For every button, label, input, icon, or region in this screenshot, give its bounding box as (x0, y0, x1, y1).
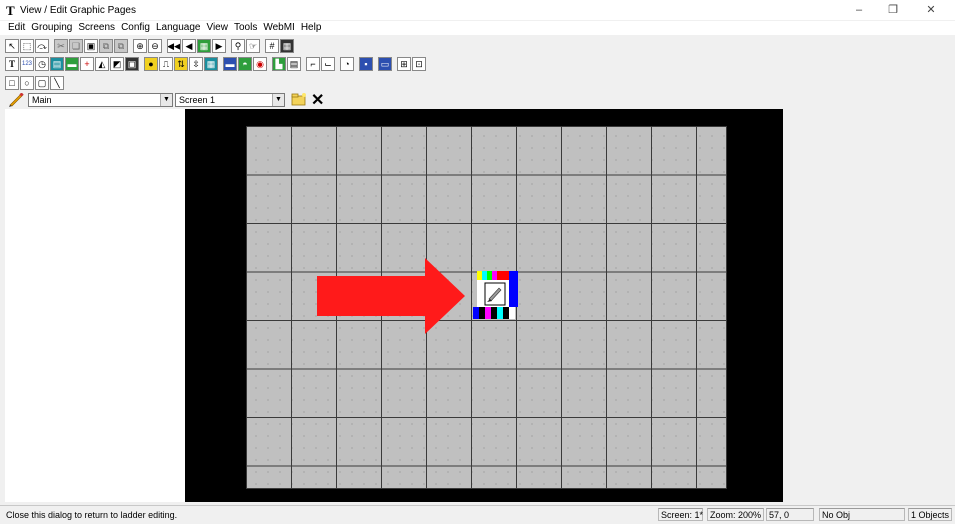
screen-select-value: Screen 1 (179, 95, 216, 105)
timer-tool-icon[interactable]: ⌙ (321, 57, 335, 71)
prev-screen-icon[interactable]: ◀ (182, 39, 196, 53)
zoom-in-icon[interactable]: ⊕ (133, 39, 147, 53)
folder-icon[interactable] (291, 92, 307, 107)
alarm-tool-icon[interactable]: + (80, 57, 94, 71)
chart-tool-icon[interactable]: ◩ (110, 57, 124, 71)
title-bar: T View / Edit Graphic Pages – ❐ ✕ (0, 0, 955, 20)
light-tool-icon[interactable]: ● (144, 57, 158, 71)
table-tool-icon[interactable]: ▭ (378, 57, 392, 71)
switch-tool-icon[interactable]: ⎍ (159, 57, 173, 71)
first-screen-icon[interactable]: ◀◀ (167, 39, 181, 53)
button-tool-icon[interactable]: ▣ (125, 57, 139, 71)
pencil-icon[interactable] (8, 93, 26, 107)
pointer-icon[interactable]: ↖ (5, 39, 19, 53)
status-bar: Close this dialog to return to ladder ed… (0, 505, 955, 524)
chevron-down-icon[interactable]: ▼ (272, 94, 284, 106)
duplicate-icon[interactable]: ⧉ (99, 39, 113, 53)
selector-row: Main ▼ Screen 1 ▼ ✕ (0, 92, 955, 109)
status-screen: Screen: 1* (658, 508, 703, 521)
menu-bar: Edit Grouping Screens Config Language View Too… (0, 21, 955, 35)
rounded-rect-tool-icon[interactable]: ▢ (35, 76, 49, 90)
text-tool-icon[interactable]: T (5, 57, 19, 71)
chevron-down-icon[interactable]: ▼ (160, 94, 172, 106)
circle-tool-icon[interactable]: ○ (20, 76, 34, 90)
paste-icon[interactable]: ▣ (84, 39, 98, 53)
connect-icon[interactable]: ⤼ (35, 39, 49, 53)
select-rect-icon[interactable]: ⬚ (20, 39, 34, 53)
display-tool-icon[interactable]: ▙ (272, 57, 286, 71)
snap-grid-icon[interactable]: ▦ (280, 39, 294, 53)
slider-tool-icon[interactable]: ⇅ (174, 57, 188, 71)
frame-tool-icon[interactable]: ⊞ (397, 57, 411, 71)
cut-icon[interactable]: ✂ (54, 39, 68, 53)
minimize-button[interactable]: – (848, 2, 870, 18)
status-coords: 57, 0 (766, 508, 814, 521)
canvas-margin (783, 109, 955, 502)
page-select[interactable]: Main ▼ (28, 93, 173, 107)
close-screen-icon[interactable]: ✕ (311, 90, 324, 110)
trash-tool-icon[interactable]: ⊡ (412, 57, 426, 71)
menu-tools[interactable]: Tools (231, 21, 260, 35)
gauge-tool-icon[interactable]: ◭ (95, 57, 109, 71)
message-tool-icon[interactable]: ▪ (359, 57, 373, 71)
sensor-tool-icon[interactable]: ▬ (223, 57, 237, 71)
window-title: View / Edit Graphic Pages (20, 5, 136, 16)
xy-plot-icon[interactable]: ⌐ (306, 57, 320, 71)
data-tool-icon[interactable]: ▤ (50, 57, 64, 71)
menu-webmi[interactable]: WebMI (260, 21, 298, 35)
status-zoom: Zoom: 200% (707, 508, 764, 521)
selected-graphic-object[interactable] (473, 271, 518, 319)
find-icon[interactable]: ⚲ (231, 39, 245, 53)
next-screen-icon[interactable]: ▶ (212, 39, 226, 53)
menu-language[interactable]: Language (153, 21, 204, 35)
toolbar-row-2: T 123 ◷ ▤ ▬ + ◭ ◩ ▣ ● ⎍ ⇅ ⇳ ▦ ▬ ◓ ◉ ▙ ▤ … (5, 55, 431, 73)
bitmap-tool-icon[interactable]: ▬ (65, 57, 79, 71)
properties-icon[interactable]: ☞ (246, 39, 260, 53)
restore-button[interactable]: ❐ (882, 2, 904, 18)
screen-tree-panel[interactable] (5, 109, 186, 502)
status-message: Close this dialog to return to ladder ed… (6, 510, 178, 520)
paste-special-icon[interactable]: ⧉ (114, 39, 128, 53)
screen-list-icon[interactable]: ▦ (197, 39, 211, 53)
menu-screens[interactable]: Screens (75, 21, 118, 35)
save-tool-icon[interactable]: ◔ (340, 57, 354, 71)
menu-grouping[interactable]: Grouping (28, 21, 75, 35)
clock-tool-icon[interactable]: ◷ (35, 57, 49, 71)
status-objects-count: 1 Objects (908, 508, 952, 521)
tank-tool-icon[interactable]: ◓ (238, 57, 252, 71)
status-object: No Obj (819, 508, 905, 521)
indicator-tool-icon[interactable]: ▦ (204, 57, 218, 71)
meter-tool-icon[interactable]: ⇳ (189, 57, 203, 71)
menu-view[interactable]: View (203, 21, 231, 35)
input-tool-icon[interactable]: ◉ (253, 57, 267, 71)
menu-edit[interactable]: Edit (5, 21, 28, 35)
page-select-value: Main (32, 95, 52, 105)
toolbar-row-1: ↖ ⬚ ⤼ ✂ ❏ ▣ ⧉ ⧉ ⊕ ⊖ ◀◀ ◀ ▦ ▶ ⚲ ☞ # ▦ (5, 37, 299, 55)
copy-icon[interactable]: ❏ (69, 39, 83, 53)
trend-tool-icon[interactable]: ▤ (287, 57, 301, 71)
menu-config[interactable]: Config (118, 21, 153, 35)
numeric-tool-icon[interactable]: 123 (20, 57, 34, 71)
grid-icon[interactable]: # (265, 39, 279, 53)
screen-select[interactable]: Screen 1 ▼ (175, 93, 285, 107)
zoom-out-icon[interactable]: ⊖ (148, 39, 162, 53)
toolbar-row-3: □ ○ ▢ ╲ (5, 74, 65, 92)
app-icon: T (6, 3, 15, 18)
line-tool-icon[interactable]: ╲ (50, 76, 64, 90)
red-arrow-annotation (317, 258, 465, 334)
menu-help[interactable]: Help (298, 21, 325, 35)
close-button[interactable]: ✕ (920, 2, 942, 18)
rectangle-tool-icon[interactable]: □ (5, 76, 19, 90)
